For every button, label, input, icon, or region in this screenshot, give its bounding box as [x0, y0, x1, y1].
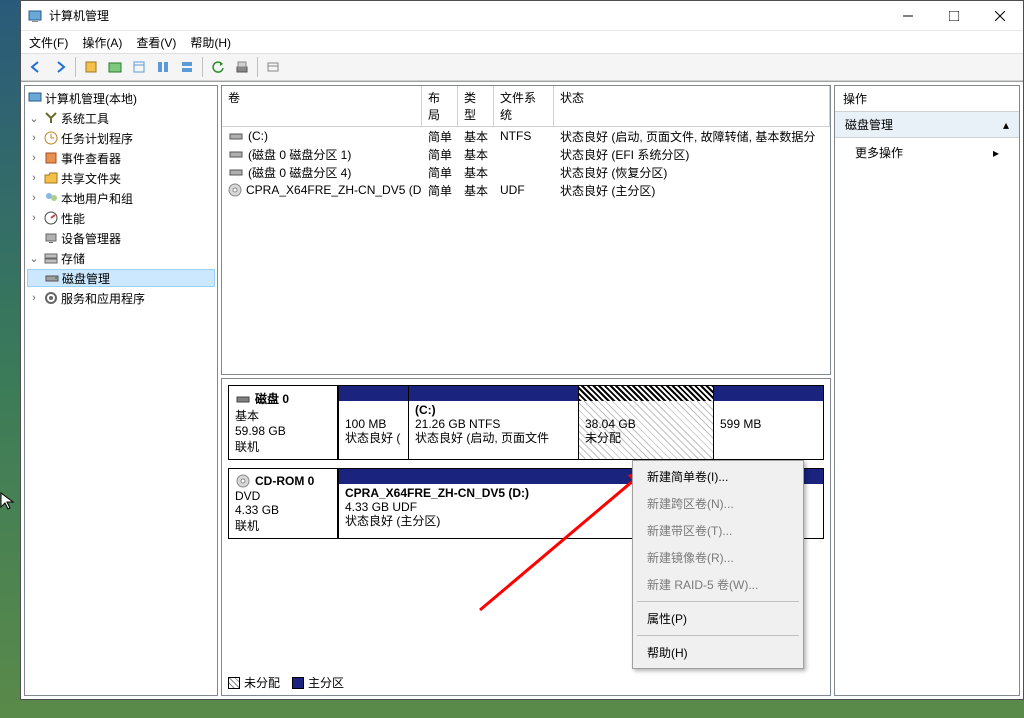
col-status[interactable]: 状态	[554, 86, 830, 126]
partition[interactable]: 100 MB状态良好 (	[338, 386, 408, 459]
partition-c[interactable]: (C:)21.26 GB NTFS状态良好 (启动, 页面文件	[408, 386, 578, 459]
context-menu: 新建简单卷(I)... 新建跨区卷(N)... 新建带区卷(T)... 新建镜像…	[632, 460, 804, 669]
chevron-right-icon: ▸	[993, 146, 999, 160]
tree-taskplan[interactable]: 任务计划程序	[61, 130, 133, 147]
toolbar-icon[interactable]	[128, 56, 150, 78]
titlebar[interactable]: 计算机管理	[21, 1, 1023, 31]
toolbar-icon[interactable]	[231, 56, 253, 78]
ctx-new-mirror: 新建镜像卷(R)...	[635, 544, 801, 571]
menu-view[interactable]: 查看(V)	[136, 34, 176, 51]
actions-title: 操作	[835, 86, 1019, 112]
disc-icon	[228, 182, 242, 198]
toolbar-icon[interactable]	[104, 56, 126, 78]
expand-icon[interactable]: ›	[27, 172, 41, 184]
ctx-properties[interactable]: 属性(P)	[635, 605, 801, 632]
ctx-new-stripe: 新建带区卷(T)...	[635, 517, 801, 544]
toolbar-icon[interactable]	[262, 56, 284, 78]
expand-icon[interactable]: ›	[27, 292, 41, 304]
volume-row[interactable]: (磁盘 0 磁盘分区 4)简单基本状态良好 (恢复分区)	[222, 163, 830, 181]
col-volume[interactable]: 卷	[222, 86, 422, 126]
tree-services[interactable]: 服务和应用程序	[61, 290, 145, 307]
tree-systools[interactable]: 系统工具	[61, 110, 109, 127]
volume-row[interactable]: (C:)简单基本NTFS状态良好 (启动, 页面文件, 故障转储, 基本数据分	[222, 127, 830, 145]
users-icon	[43, 190, 59, 206]
ctx-new-raid5: 新建 RAID-5 卷(W)...	[635, 571, 801, 598]
more-actions[interactable]: 更多操作▸	[835, 138, 1019, 167]
partition[interactable]: 599 MB	[713, 386, 823, 459]
drive-icon	[228, 164, 244, 180]
tree-diskmgmt[interactable]: 磁盘管理	[62, 270, 110, 287]
ctx-new-span: 新建跨区卷(N)...	[635, 490, 801, 517]
window-title: 计算机管理	[49, 7, 885, 24]
minimize-button[interactable]	[885, 1, 931, 31]
expand-icon[interactable]: ›	[27, 152, 41, 164]
drive-icon	[228, 146, 244, 162]
tree-eventview[interactable]: 事件查看器	[61, 150, 121, 167]
storage-icon	[43, 250, 59, 266]
perf-icon	[43, 210, 59, 226]
tree-devmgr[interactable]: 设备管理器	[61, 230, 121, 247]
main-window: 计算机管理 文件(F) 操作(A) 查看(V) 帮助(H) 计算机管理(本地)	[20, 0, 1024, 700]
app-icon	[27, 8, 43, 24]
maximize-button[interactable]	[931, 1, 977, 31]
col-type[interactable]: 类型	[458, 86, 494, 126]
expand-icon[interactable]: ›	[27, 192, 41, 204]
col-layout[interactable]: 布局	[422, 86, 458, 126]
tree-storage[interactable]: 存储	[61, 250, 85, 267]
collapse-icon[interactable]: ⌄	[27, 112, 41, 125]
actions-pane: 操作 磁盘管理▴ 更多操作▸	[834, 85, 1020, 696]
cdrom-info[interactable]: CD-ROM 0 DVD 4.33 GB 联机	[228, 468, 338, 539]
menu-help[interactable]: 帮助(H)	[190, 34, 231, 51]
event-icon	[43, 150, 59, 166]
device-icon	[43, 230, 59, 246]
partition-unallocated[interactable]: 38.04 GB未分配	[578, 386, 713, 459]
back-button[interactable]	[25, 56, 47, 78]
expand-icon[interactable]: ›	[27, 212, 41, 224]
volume-list[interactable]: 卷 布局 类型 文件系统 状态 (C:)简单基本NTFS状态良好 (启动, 页面…	[221, 85, 831, 375]
folder-icon	[43, 170, 59, 186]
chevron-up-icon: ▴	[1003, 118, 1009, 132]
drive-icon	[228, 128, 244, 144]
disk0-info[interactable]: 磁盘 0 基本 59.98 GB 联机	[228, 385, 338, 460]
tree-perf[interactable]: 性能	[61, 210, 85, 227]
toolbar-icon[interactable]	[80, 56, 102, 78]
refresh-button[interactable]	[207, 56, 229, 78]
clock-icon	[43, 130, 59, 146]
collapse-icon[interactable]: ⌄	[27, 252, 41, 265]
actions-section[interactable]: 磁盘管理▴	[835, 112, 1019, 138]
legend: 未分配 主分区	[228, 674, 344, 691]
tree-localusers[interactable]: 本地用户和组	[61, 190, 133, 207]
toolbar-icon[interactable]	[176, 56, 198, 78]
menu-file[interactable]: 文件(F)	[29, 34, 68, 51]
disk-icon	[235, 391, 251, 407]
col-fs[interactable]: 文件系统	[494, 86, 554, 126]
expand-icon[interactable]: ›	[27, 132, 41, 144]
computer-icon	[27, 90, 43, 106]
ctx-new-simple[interactable]: 新建简单卷(I)...	[635, 463, 801, 490]
diskmgmt-icon	[44, 270, 60, 286]
volume-row[interactable]: (磁盘 0 磁盘分区 1)简单基本状态良好 (EFI 系统分区)	[222, 145, 830, 163]
disc-icon	[235, 473, 251, 489]
menu-action[interactable]: 操作(A)	[82, 34, 122, 51]
tree-root[interactable]: 计算机管理(本地)	[45, 90, 137, 107]
toolbar-icon[interactable]	[152, 56, 174, 78]
toolbar	[21, 53, 1023, 81]
menubar: 文件(F) 操作(A) 查看(V) 帮助(H)	[21, 31, 1023, 53]
ctx-help[interactable]: 帮助(H)	[635, 639, 801, 666]
tree-shared[interactable]: 共享文件夹	[61, 170, 121, 187]
close-button[interactable]	[977, 1, 1023, 31]
volume-row[interactable]: CPRA_X64FRE_ZH-CN_DV5 (D:)简单基本UDF状态良好 (主…	[222, 181, 830, 199]
tools-icon	[43, 110, 59, 126]
nav-tree[interactable]: 计算机管理(本地) ⌄ 系统工具 › 任务计划程序 › 事件查看器 › 共享文件夹 › 本…	[24, 85, 218, 696]
forward-button[interactable]	[49, 56, 71, 78]
services-icon	[43, 290, 59, 306]
